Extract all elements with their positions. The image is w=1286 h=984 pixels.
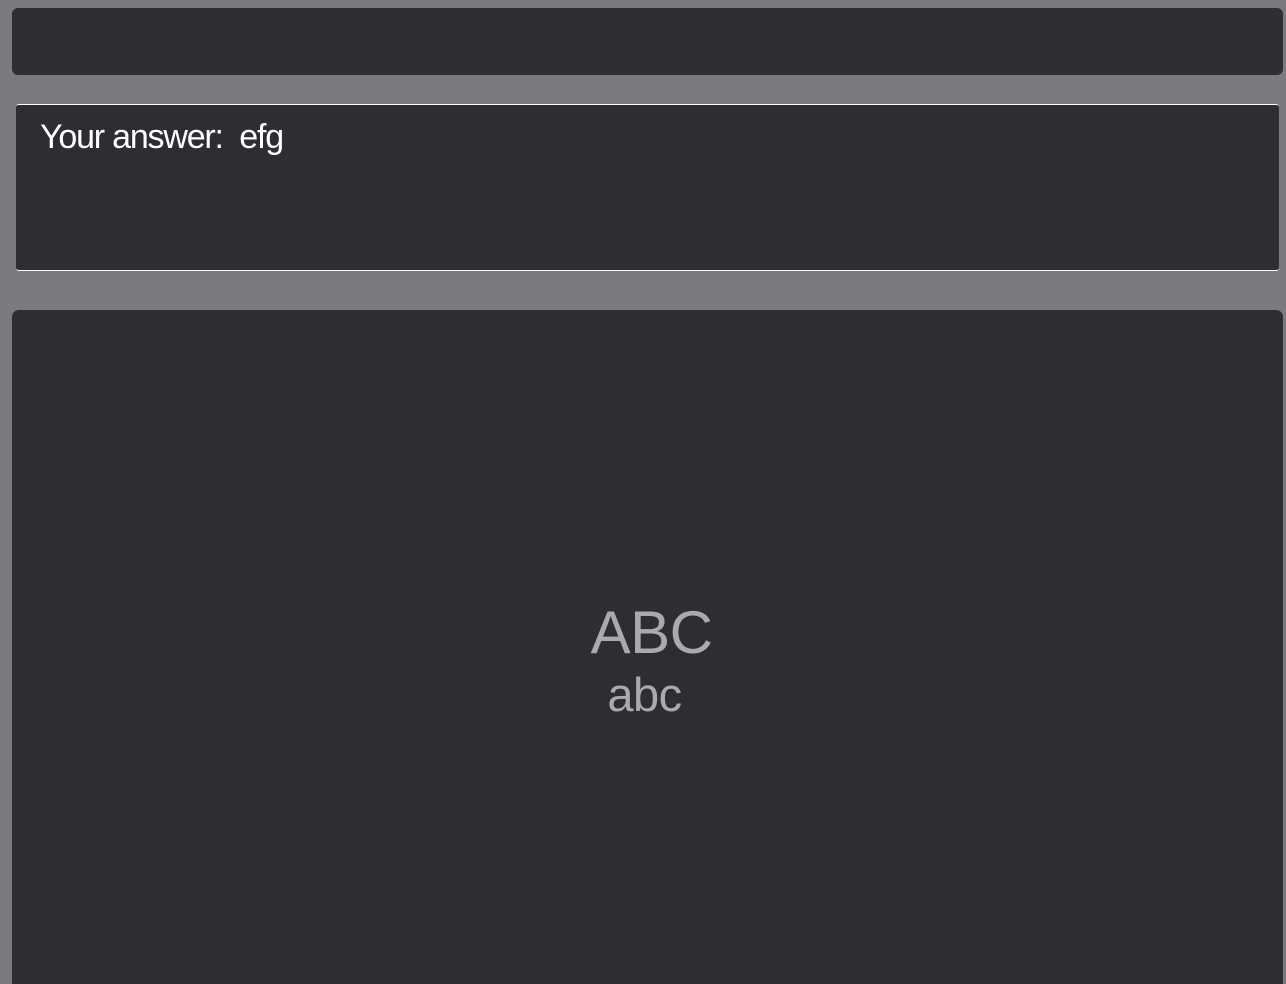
card-front-text: ABC: [590, 599, 713, 666]
top-toolbar: [12, 8, 1283, 75]
review-screen: Your answer: efg ABC abc: [0, 0, 1286, 984]
card-back-text: abc: [607, 668, 682, 721]
answer-line: Your answer: efg: [40, 117, 1255, 157]
flashcard: ABC abc: [12, 310, 1283, 984]
answer-input-box[interactable]: Your answer: efg: [16, 104, 1279, 271]
answer-value: efg: [239, 118, 284, 156]
flashcard-content: ABC abc: [12, 598, 1283, 722]
answer-label: Your answer:: [40, 118, 224, 156]
